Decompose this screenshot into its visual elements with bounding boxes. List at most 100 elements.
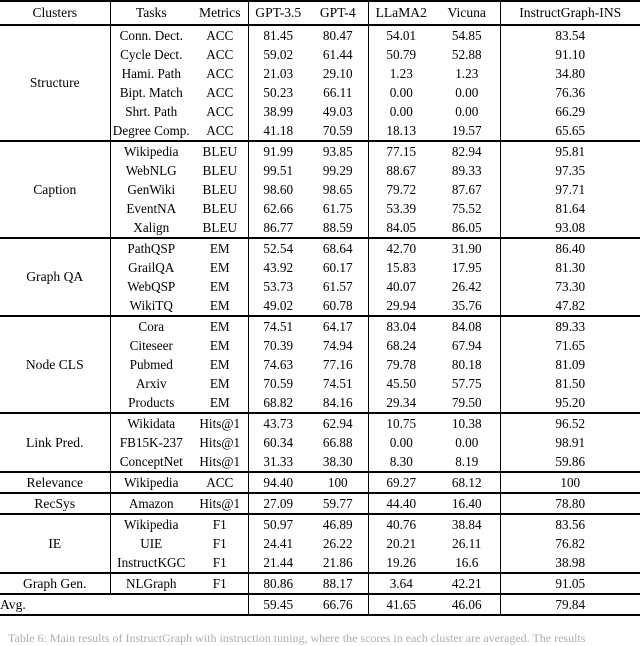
cell-gpt4: 38.30 — [322, 453, 353, 469]
cell-task: EventNA — [109, 199, 192, 218]
column-header-gpt4: GPT-4 — [308, 0, 368, 25]
cell-gpt35: 31.33 — [247, 452, 308, 472]
cell-llama2: 0.00 — [367, 102, 434, 121]
cell-task: WebQSP — [109, 277, 192, 296]
cell-instructgraph: 71.65 — [499, 336, 640, 355]
cell-instructgraph: 78.80 — [499, 492, 640, 514]
cell-vicuna: 17.95 — [451, 259, 482, 275]
table-body: Structure Conn. Dect. ACC 81.45 80.47 54.01 54… — [0, 24, 640, 617]
cell-vicuna: 79.50 — [451, 394, 482, 410]
cell-metric: Hits@1 — [199, 434, 241, 450]
column-header-gpt35: GPT-3.5 — [247, 0, 308, 25]
cell-vicuna: 31.90 — [434, 237, 500, 258]
cell-llama2: 8.30 — [367, 452, 434, 472]
table-row: Structure Conn. Dect. ACC 81.45 80.47 54.01 54… — [0, 24, 640, 141]
cell-gpt35: 27.09 — [247, 492, 308, 514]
cell-llama2: 79.72 — [367, 180, 434, 199]
cell-metric: EM — [209, 356, 230, 372]
cell-vicuna: 84.08 — [434, 315, 500, 336]
cell-instructgraph: 38.98 — [499, 553, 640, 573]
cell-vicuna: 89.33 — [451, 162, 482, 178]
cell-gpt35: 74.51 — [247, 315, 308, 336]
cell-metric: F1 — [192, 513, 248, 534]
cell-task: Wikipedia — [109, 513, 192, 534]
cell-task: Amazon — [109, 492, 192, 514]
cell-gpt4: 74.51 — [322, 375, 353, 391]
cell-task: Wikidata — [109, 412, 192, 433]
figure-caption: Table 6: Main results of InstructGraph w… — [8, 631, 586, 645]
cell-gpt35: 62.66 — [247, 199, 308, 218]
cell-vicuna: 8.19 — [455, 453, 479, 469]
cell-vicuna: 87.67 — [451, 181, 482, 197]
cell-task: Conn. Dect. — [109, 24, 192, 45]
cell-task: PathQSP — [109, 237, 192, 258]
cell-vicuna: 38.84 — [434, 513, 500, 534]
cell-metric: F1 — [192, 572, 248, 594]
cell-llama2: 69.27 — [367, 471, 434, 493]
cell-llama2: 18.13 — [367, 121, 434, 141]
cell-metric: ACC — [206, 103, 234, 119]
cell-instructgraph: 91.10 — [499, 45, 640, 64]
cell-task: Wikipedia — [109, 140, 192, 161]
cell-task: Cora — [109, 315, 192, 336]
bottom-rule — [0, 614, 640, 617]
cell-gpt4: 100 — [308, 471, 368, 493]
cell-task: UIE — [109, 534, 192, 553]
cell-vicuna: 19.57 — [451, 122, 482, 138]
cell-task: ConceptNet — [109, 452, 192, 472]
cell-llama2: 10.75 — [367, 412, 434, 433]
cell-task: FB15K-237 — [109, 433, 192, 452]
cell-vicuna: 35.76 — [451, 297, 482, 313]
results-table: Clusters Tasks Metrics GPT-3.5 GPT-4 LLa… — [0, 0, 640, 617]
cell-task: Degree Comp. — [109, 121, 192, 141]
cell-llama2: 42.70 — [367, 237, 434, 258]
cell-metric: ACC — [192, 24, 248, 45]
cell-llama2: 79.78 — [367, 355, 434, 374]
cell-llama2: 44.40 — [367, 492, 434, 514]
cell-gpt4: 59.77 — [308, 492, 368, 514]
cell-task: WebNLG — [109, 161, 192, 180]
cell-gpt35: 43.92 — [247, 258, 308, 277]
cell-gpt35: 52.54 — [247, 237, 308, 258]
cell-metric: Hits@1 — [199, 453, 241, 469]
cell-task: Hami. Path — [109, 64, 192, 83]
cell-average-llama2: 41.65 — [367, 593, 434, 615]
cell-instructgraph: 81.64 — [499, 199, 640, 218]
column-header-instructgraph: InstructGraph-INS — [499, 0, 640, 25]
cell-gpt35: 49.02 — [247, 296, 308, 316]
table-row: Node CLS Cora EM 74.51 64.17 83.04 84.08 89.33 — [0, 315, 640, 413]
cell-gpt35: 59.02 — [247, 45, 308, 64]
cell-task: Wikipedia — [109, 471, 192, 493]
cell-vicuna: 42.21 — [434, 572, 500, 594]
cell-gpt4: 62.94 — [308, 412, 368, 433]
cell-gpt4: 60.78 — [322, 297, 353, 313]
cell-llama2: 68.24 — [367, 336, 434, 355]
table-row: Graph Gen. NLGraph F1 80.86 88.17 3.64 42.21 91… — [0, 572, 640, 594]
cell-vicuna: 75.52 — [451, 200, 482, 216]
cell-gpt4: 80.47 — [308, 24, 368, 45]
cell-llama2: 1.23 — [367, 64, 434, 83]
cell-gpt4: 68.64 — [308, 237, 368, 258]
cell-instructgraph: 81.30 — [499, 258, 640, 277]
cell-instructgraph: 97.71 — [499, 180, 640, 199]
column-header-metrics: Metrics — [192, 0, 248, 25]
cell-metric: EM — [209, 394, 230, 410]
table-row: Caption Wikipedia BLEU 91.99 93.85 77.15 82.94… — [0, 140, 640, 238]
cell-instructgraph: 83.56 — [499, 513, 640, 534]
cell-gpt35: 81.45 — [247, 24, 308, 45]
cell-llama2: 77.15 — [367, 140, 434, 161]
cell-gpt4: 88.59 — [322, 219, 353, 235]
cell-task: Bipt. Match — [109, 83, 192, 102]
cell-gpt35: 70.39 — [247, 336, 308, 355]
cell-instructgraph: 97.35 — [499, 161, 640, 180]
cell-cluster: Relevance — [0, 471, 110, 493]
cell-gpt4: 84.16 — [322, 394, 353, 410]
cell-vicuna: 0.00 — [455, 84, 479, 100]
cell-gpt35: 98.60 — [247, 180, 308, 199]
cell-metric: ACC — [192, 471, 248, 493]
table-bottom-rule — [0, 614, 640, 617]
cell-gpt35: 68.82 — [247, 393, 308, 413]
cell-task: InstructKGC — [109, 553, 192, 573]
cell-average-label: Avg. — [0, 593, 248, 615]
cell-gpt4: 64.17 — [308, 315, 368, 336]
